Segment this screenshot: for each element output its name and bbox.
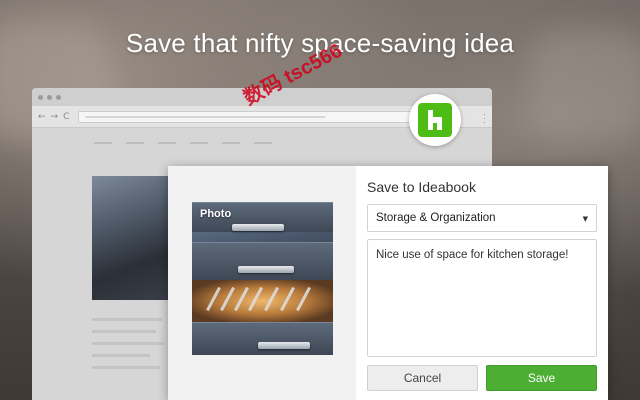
page-photo-thumbnail <box>92 176 170 300</box>
selected-photo: Photo <box>192 202 333 355</box>
dialog-form: Save to Ideabook Storage & Organization … <box>356 166 608 400</box>
reload-icon[interactable]: C <box>63 112 69 122</box>
window-dot[interactable] <box>56 94 61 100</box>
ideabook-select[interactable]: Storage & Organization ▼ <box>367 204 597 232</box>
window-dot[interactable] <box>47 94 52 100</box>
houzz-logo-icon <box>418 103 452 137</box>
back-icon[interactable]: ← <box>38 112 46 122</box>
page-text-placeholder <box>92 318 164 378</box>
dialog-title: Save to Ideabook <box>367 179 476 195</box>
cancel-button[interactable]: Cancel <box>367 365 478 391</box>
save-to-ideabook-dialog: Photo Save to Ideabook Storage & Organiz… <box>168 166 608 400</box>
save-button[interactable]: Save <box>486 365 597 391</box>
ideabook-select-value: Storage & Organization <box>376 212 496 224</box>
photo-panel: Photo <box>168 166 356 400</box>
address-bar[interactable] <box>78 110 459 123</box>
forward-icon[interactable]: → <box>51 112 59 122</box>
photo-label: Photo <box>200 208 232 220</box>
comment-textarea[interactable]: Nice use of space for kitchen storage! <box>367 239 597 357</box>
page-nav-placeholder <box>94 142 272 144</box>
houzz-extension-button[interactable] <box>409 94 461 146</box>
browser-menu-icon[interactable]: · · · <box>483 110 486 127</box>
window-dot[interactable] <box>38 94 43 100</box>
caret-down-icon: ▼ <box>582 215 588 223</box>
